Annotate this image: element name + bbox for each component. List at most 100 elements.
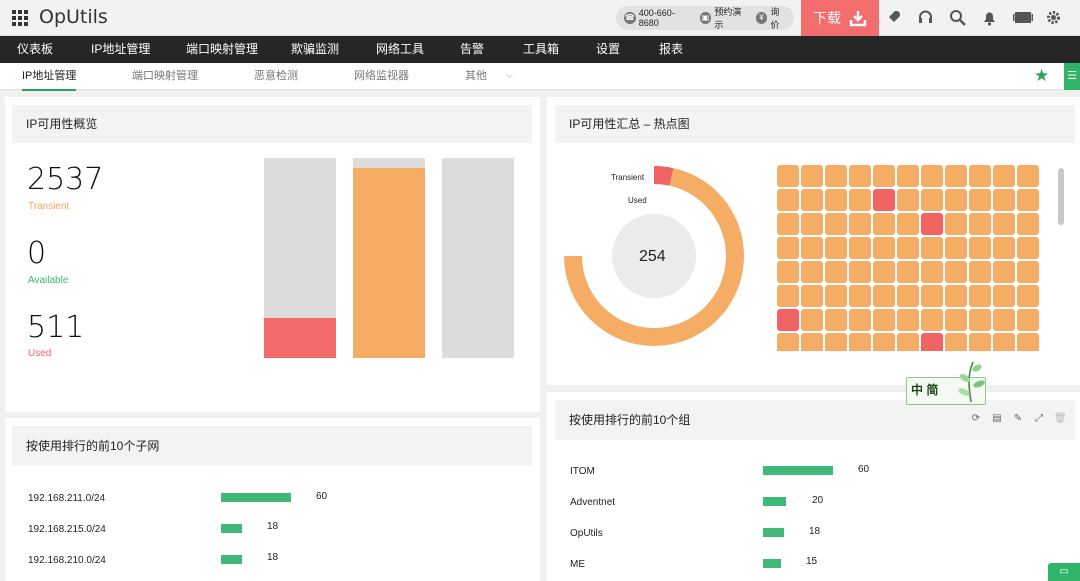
- demo-link[interactable]: 预约演示: [714, 5, 749, 31]
- heat-cell[interactable]: [945, 309, 967, 331]
- heat-cell[interactable]: [777, 333, 799, 351]
- refresh-icon[interactable]: ⟳: [970, 413, 982, 425]
- heat-cell[interactable]: [825, 237, 847, 259]
- delete-icon[interactable]: 🗑: [1054, 413, 1067, 425]
- heat-cell[interactable]: [1017, 333, 1039, 351]
- group-label[interactable]: OpUtils: [570, 528, 603, 539]
- heat-cell[interactable]: [1017, 309, 1039, 331]
- heat-cell[interactable]: [777, 189, 799, 211]
- heat-cell[interactable]: [897, 165, 919, 187]
- heat-cell[interactable]: [993, 213, 1015, 235]
- heat-cell[interactable]: [801, 189, 823, 211]
- group-bar[interactable]: [763, 559, 781, 568]
- heat-cell[interactable]: [801, 261, 823, 283]
- bell-icon[interactable]: [980, 8, 999, 27]
- nav-toolbox[interactable]: 工具箱: [523, 36, 559, 63]
- heat-cell[interactable]: [849, 189, 871, 211]
- heat-cell[interactable]: [849, 333, 871, 351]
- heat-cell[interactable]: [849, 261, 871, 283]
- heat-cell[interactable]: [873, 213, 895, 235]
- transient-bar[interactable]: [353, 158, 425, 358]
- heat-cell[interactable]: [921, 189, 943, 211]
- heat-cell[interactable]: [897, 213, 919, 235]
- expand-icon[interactable]: ⤢: [1033, 413, 1045, 425]
- heat-cell[interactable]: [825, 165, 847, 187]
- heat-cell[interactable]: [945, 261, 967, 283]
- heat-cell[interactable]: [873, 189, 895, 211]
- nav-alarms[interactable]: 告警: [460, 36, 484, 63]
- heat-cell[interactable]: [825, 309, 847, 331]
- used-bar[interactable]: [264, 158, 336, 358]
- star-icon[interactable]: ★: [1034, 66, 1049, 86]
- heat-cell[interactable]: [1017, 285, 1039, 307]
- heat-cell[interactable]: [969, 213, 991, 235]
- grid-icon[interactable]: [12, 10, 28, 26]
- heat-cell[interactable]: [993, 309, 1015, 331]
- subnet-bar[interactable]: [221, 493, 291, 502]
- group-label[interactable]: Adventnet: [570, 497, 615, 508]
- heat-cell[interactable]: [777, 165, 799, 187]
- heat-cell[interactable]: [873, 165, 895, 187]
- heat-cell[interactable]: [777, 237, 799, 259]
- tab-other[interactable]: 其他: [465, 63, 487, 89]
- chevron-down-icon[interactable]: ⌵: [506, 70, 513, 81]
- heat-cell[interactable]: [801, 165, 823, 187]
- heat-cell[interactable]: [993, 189, 1015, 211]
- heat-cell[interactable]: [921, 261, 943, 283]
- heat-cell[interactable]: [921, 285, 943, 307]
- film-icon[interactable]: [1012, 8, 1033, 27]
- chat-icon[interactable]: ▭: [1048, 563, 1080, 581]
- heat-cell[interactable]: [945, 333, 967, 351]
- heat-cell[interactable]: [945, 285, 967, 307]
- heat-cell[interactable]: [825, 213, 847, 235]
- edit-icon[interactable]: ✎: [1012, 413, 1024, 425]
- headset-icon[interactable]: [916, 8, 935, 27]
- app-title[interactable]: OpUtils: [39, 6, 108, 28]
- heat-cell[interactable]: [849, 285, 871, 307]
- nav-dashboard[interactable]: 仪表板: [17, 36, 53, 63]
- heat-cell[interactable]: [1017, 261, 1039, 283]
- group-label[interactable]: ME: [570, 559, 585, 570]
- heat-cell[interactable]: [897, 285, 919, 307]
- heat-cell[interactable]: [993, 237, 1015, 259]
- heat-cell[interactable]: [825, 333, 847, 351]
- tab-ip-management[interactable]: IP地址管理: [22, 63, 77, 91]
- heat-cell[interactable]: [969, 189, 991, 211]
- heat-cell[interactable]: [801, 333, 823, 351]
- heat-cell[interactable]: [825, 189, 847, 211]
- heat-cell[interactable]: [993, 285, 1015, 307]
- group-bar[interactable]: [763, 497, 786, 506]
- heat-cell[interactable]: [873, 309, 895, 331]
- heat-cell[interactable]: [993, 165, 1015, 187]
- heat-cell[interactable]: [945, 189, 967, 211]
- heat-cell[interactable]: [801, 237, 823, 259]
- heat-cell[interactable]: [969, 333, 991, 351]
- available-bar[interactable]: [442, 158, 514, 358]
- subnet-label[interactable]: 192.168.210.0/24: [28, 555, 106, 566]
- heat-cell[interactable]: [921, 237, 943, 259]
- heat-cell[interactable]: [969, 261, 991, 283]
- heat-cell[interactable]: [969, 309, 991, 331]
- download-button[interactable]: 下载: [801, 0, 879, 36]
- heat-cell[interactable]: [1017, 189, 1039, 211]
- nav-ip-management[interactable]: IP地址管理: [91, 36, 150, 63]
- heat-cell[interactable]: [897, 237, 919, 259]
- heat-cell[interactable]: [945, 165, 967, 187]
- heat-cell[interactable]: [801, 213, 823, 235]
- nav-port-mapping[interactable]: 端口映射管理: [186, 36, 258, 63]
- heat-cell[interactable]: [969, 165, 991, 187]
- tab-network-monitor[interactable]: 网络监视器: [354, 63, 409, 89]
- search-icon[interactable]: [948, 8, 967, 27]
- heat-cell[interactable]: [1017, 237, 1039, 259]
- nav-reports[interactable]: 报表: [659, 36, 683, 63]
- heat-cell[interactable]: [873, 333, 895, 351]
- heat-cell[interactable]: [969, 237, 991, 259]
- group-label[interactable]: ITOM: [570, 466, 595, 477]
- heat-cell[interactable]: [801, 285, 823, 307]
- rocket-icon[interactable]: [884, 8, 903, 27]
- heat-cell[interactable]: [849, 213, 871, 235]
- heatmap-scrollbar[interactable]: [1058, 168, 1064, 225]
- heat-cell[interactable]: [1017, 165, 1039, 187]
- subnet-label[interactable]: 192.168.215.0/24: [28, 524, 106, 535]
- heat-cell[interactable]: [1017, 213, 1039, 235]
